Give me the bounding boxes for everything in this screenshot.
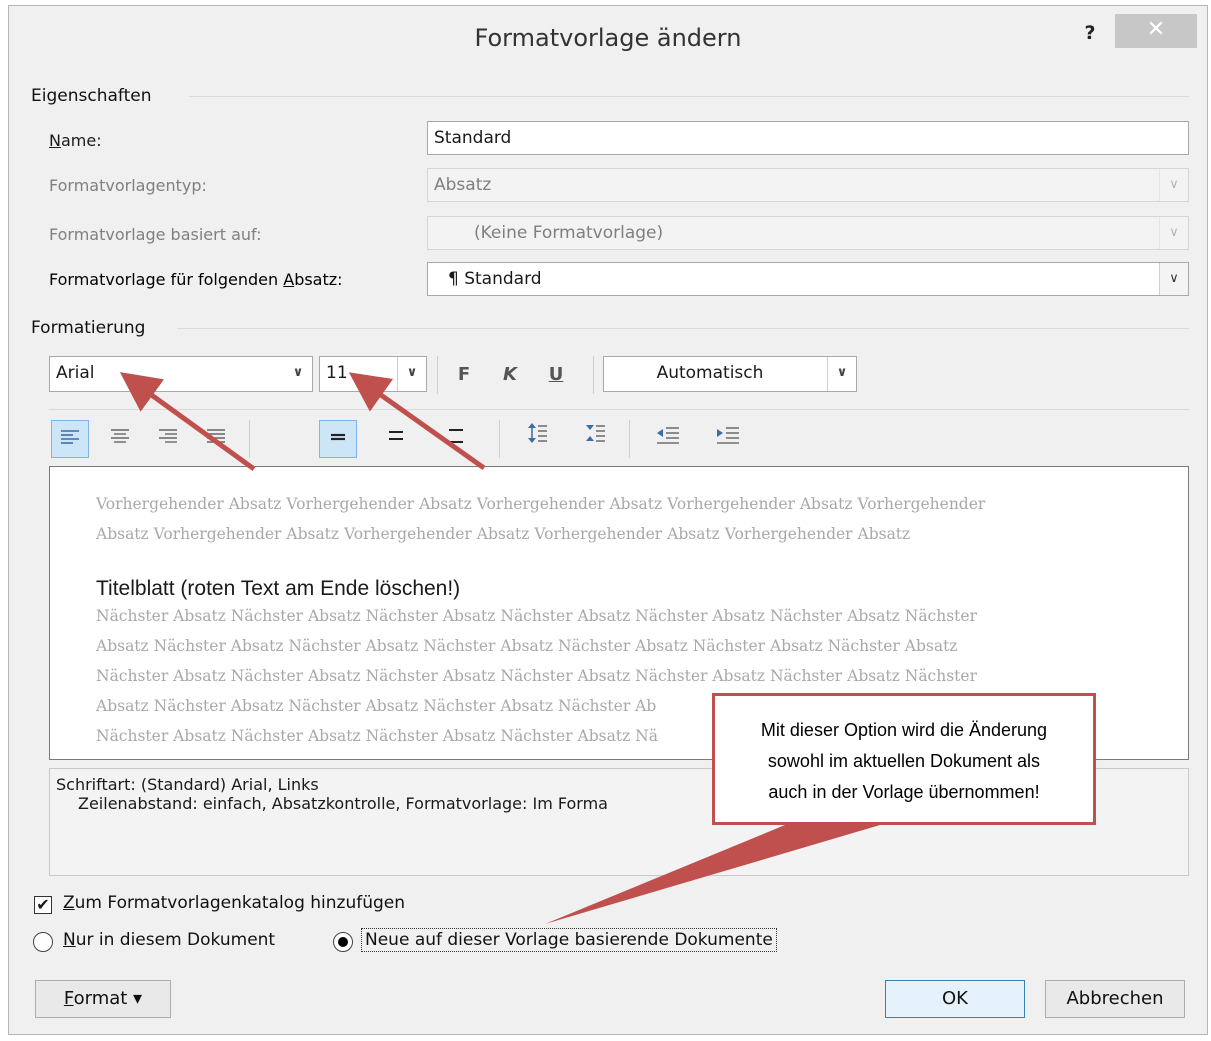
increase-paragraph-spacing-icon[interactable] (519, 420, 557, 458)
katalog-checkbox[interactable]: ✔ (34, 896, 52, 914)
chevron-down-icon[interactable]: ∨ (1159, 263, 1188, 295)
underline-button[interactable]: U (537, 356, 575, 394)
font-color-value: Automatisch (656, 363, 764, 383)
callout-line: auch in der Vorlage übernommen! (768, 782, 1040, 802)
chevron-down-icon[interactable]: ∨ (397, 357, 426, 391)
modify-style-dialog: Formatvorlage ändern ? ✕ Eigenschaften N… (8, 5, 1208, 1035)
italic-button[interactable]: K (491, 356, 529, 394)
callout-line: Mit dieser Option wird die Änderung (760, 720, 1048, 740)
toolbar-separator (629, 420, 630, 458)
formatierung-divider (177, 328, 1189, 329)
preview-title-text: Titelblatt (roten Text am Ende löschen!) (96, 577, 461, 600)
align-center-icon[interactable] (101, 420, 139, 458)
single-spacing-icon[interactable] (319, 420, 357, 458)
radio-selected-dot (338, 937, 348, 947)
folgend-label: Formatvorlage für folgenden Absatz: (49, 270, 343, 289)
justify-icon[interactable] (197, 420, 235, 458)
typ-value: Absatz (434, 175, 492, 195)
vorlage-radio[interactable] (333, 932, 353, 952)
chevron-down-icon: ∨ (1159, 169, 1188, 201)
increase-indent-icon[interactable] (709, 420, 747, 458)
preview-next-line: Absatz Nächster Absatz Nächster Absatz N… (96, 697, 657, 715)
chevron-down-icon: ∨ (1159, 217, 1188, 249)
font-select[interactable]: Arial ∨ (49, 356, 313, 392)
align-right-icon[interactable] (149, 420, 187, 458)
vorlage-label[interactable]: Neue auf dieser Vorlage basierende Dokum… (361, 928, 777, 952)
eigenschaften-divider (189, 96, 1189, 97)
format-button[interactable]: Format ▾ (35, 980, 171, 1018)
folgend-value: ¶ Standard (448, 269, 542, 289)
basiert-value: (Keine Formatvorlage) (474, 223, 664, 243)
close-button[interactable]: ✕ (1115, 14, 1197, 48)
name-label: Name: (49, 131, 102, 150)
katalog-label: Zum Formatvorlagenkatalog hinzufügen (63, 893, 406, 913)
preview-previous-line: Vorhergehender Absatz Vorhergehender Abs… (96, 495, 986, 513)
cancel-button[interactable]: Abbrechen (1045, 980, 1185, 1018)
preview-next-line: Nächster Absatz Nächster Absatz Nächster… (96, 727, 658, 745)
font-size-select[interactable]: 11 ∨ (319, 356, 427, 392)
toolbar-separator (593, 356, 594, 394)
toolbar-divider (49, 409, 1189, 410)
callout-line: sowohl im aktuellen Dokument als (767, 751, 1041, 771)
preview-next-line: Nächster Absatz Nächster Absatz Nächster… (96, 667, 977, 685)
help-button[interactable]: ? (1075, 18, 1105, 48)
chevron-down-icon[interactable]: ∨ (284, 357, 312, 391)
basiert-select: (Keine Formatvorlage) ∨ (427, 216, 1189, 250)
double-spacing-icon[interactable] (437, 420, 475, 458)
nur-dokument-radio[interactable] (33, 932, 53, 952)
decrease-paragraph-spacing-icon[interactable] (577, 420, 615, 458)
annotation-callout: Mit dieser Option wird die Änderung sowo… (712, 693, 1096, 825)
folgend-select[interactable]: ¶ Standard ∨ (427, 262, 1189, 296)
onehalf-spacing-icon[interactable] (377, 420, 415, 458)
font-size-value: 11 (326, 363, 348, 383)
chevron-down-icon[interactable]: ∨ (827, 357, 856, 391)
preview-next-line: Nächster Absatz Nächster Absatz Nächster… (96, 607, 977, 625)
preview-next-line: Absatz Nächster Absatz Nächster Absatz N… (96, 637, 958, 655)
toolbar-separator (249, 420, 250, 458)
font-color-select[interactable]: Automatisch ∨ (603, 356, 857, 392)
title-bar: Formatvorlage ändern ? ✕ (9, 6, 1207, 70)
preview-previous-line: Absatz Vorhergehender Absatz Vorhergehen… (96, 525, 911, 543)
toolbar-separator (499, 420, 500, 458)
formatierung-heading: Formatierung (31, 318, 146, 338)
toolbar-separator (437, 356, 438, 394)
basiert-label: Formatvorlage basiert auf: (49, 225, 262, 244)
typ-label: Formatvorlagentyp: (49, 176, 207, 195)
font-value: Arial (56, 363, 95, 383)
dialog-title: Formatvorlage ändern (474, 24, 742, 52)
eigenschaften-heading: Eigenschaften (31, 86, 152, 106)
decrease-indent-icon[interactable] (649, 420, 687, 458)
name-input[interactable]: Standard (427, 121, 1189, 155)
align-left-icon[interactable] (51, 420, 89, 458)
ok-button[interactable]: OK (885, 980, 1025, 1018)
nur-dokument-label: Nur in diesem Dokument (63, 930, 276, 950)
bold-button[interactable]: F (445, 356, 483, 394)
typ-select: Absatz ∨ (427, 168, 1189, 202)
